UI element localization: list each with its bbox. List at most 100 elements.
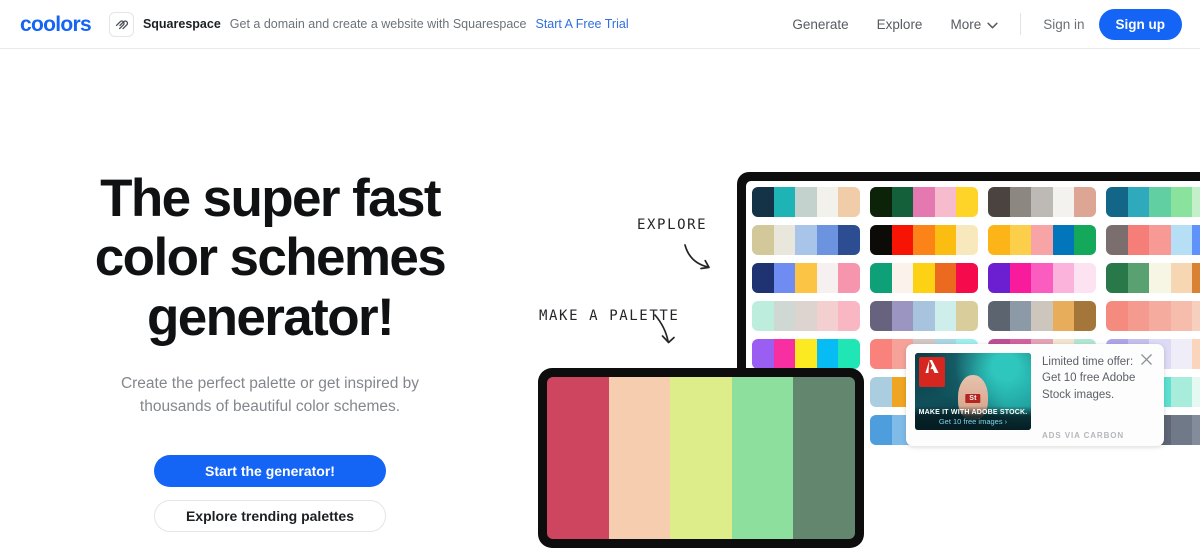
palette-swatch: [870, 187, 892, 217]
start-generator-button[interactable]: Start the generator!: [154, 454, 386, 487]
palette-swatch: [1149, 187, 1171, 217]
palette-card[interactable]: [752, 187, 860, 217]
annotation-make-a-palette-arrow-icon: [654, 314, 675, 344]
palette-swatch: [1009, 225, 1032, 255]
palette-card[interactable]: [870, 187, 978, 217]
palette-swatch: [795, 339, 817, 369]
palette-swatch: [838, 301, 860, 331]
palette-swatch: [988, 187, 1010, 217]
tablet-swatch-4[interactable]: [793, 377, 855, 539]
palette-card[interactable]: [988, 263, 1096, 293]
ad-creative-strapline: MAKE IT WITH ADOBE STOCK.: [918, 409, 1028, 416]
palette-swatch: [752, 263, 774, 293]
sponsor-cta-link[interactable]: Start A Free Trial: [536, 17, 629, 31]
palette-swatch: [838, 187, 860, 217]
palette-swatch: [1106, 225, 1128, 255]
nav-item-generate[interactable]: Generate: [778, 17, 862, 32]
palette-swatch: [913, 187, 935, 217]
palette-swatch: [1170, 415, 1193, 445]
palette-swatch: [1009, 187, 1032, 217]
ad-creative-image[interactable]: St MAKE IT WITH ADOBE STOCK. Get 10 free…: [915, 353, 1031, 430]
palette-swatch: [988, 301, 1010, 331]
nav-item-more-label: More: [950, 16, 982, 32]
palette-swatch: [1170, 339, 1193, 369]
ad-creative-link[interactable]: Get 10 free images ›: [915, 417, 1031, 426]
hero-section: The super fast color schemes generator! …: [0, 49, 540, 532]
ad-attribution: ADS VIA CARBON: [1042, 431, 1125, 440]
tablet-device: [538, 368, 864, 548]
palette-swatch: [1192, 339, 1200, 369]
palette-swatch: [988, 263, 1010, 293]
palette-card[interactable]: [1106, 187, 1200, 217]
nav-item-explore[interactable]: Explore: [863, 17, 937, 32]
palette-card[interactable]: [870, 225, 978, 255]
palette-swatch: [795, 301, 817, 331]
palette-swatch: [956, 301, 978, 331]
palette-swatch: [838, 339, 860, 369]
squarespace-icon: [108, 11, 134, 37]
sign-up-button[interactable]: Sign up: [1098, 8, 1182, 40]
annotation-explore-arrow-icon: [684, 244, 710, 270]
palette-swatch: [838, 263, 860, 293]
ad-creative-strapline-group: MAKE IT WITH ADOBE STOCK. Get 10 free im…: [915, 406, 1031, 430]
palette-swatch: [913, 225, 935, 255]
close-icon[interactable]: [1140, 353, 1156, 369]
nav-item-more[interactable]: More: [936, 17, 1012, 32]
palette-swatch: [1009, 301, 1032, 331]
palette-swatch: [816, 339, 839, 369]
palette-swatch: [891, 187, 914, 217]
palette-swatch: [934, 301, 957, 331]
palette-swatch: [773, 301, 796, 331]
palette-swatch: [988, 225, 1010, 255]
palette-swatch: [956, 225, 978, 255]
palette-swatch: [1170, 225, 1193, 255]
chevron-down-icon: [987, 17, 998, 32]
palette-swatch: [795, 225, 817, 255]
palette-card[interactable]: [752, 301, 860, 331]
tablet-swatch-1[interactable]: [608, 377, 671, 539]
palette-swatch: [1074, 187, 1096, 217]
nav-divider: [1020, 13, 1022, 35]
coolors-logo[interactable]: coolors: [20, 14, 92, 35]
sponsor-brand-name: Squarespace: [142, 17, 221, 31]
palette-card[interactable]: [752, 263, 860, 293]
palette-card[interactable]: [1106, 263, 1200, 293]
palette-swatch: [1074, 225, 1096, 255]
palette-swatch: [1031, 187, 1053, 217]
palette-swatch: [1127, 225, 1150, 255]
tablet-swatch-2[interactable]: [670, 377, 732, 539]
palette-swatch: [816, 187, 839, 217]
palette-swatch: [913, 263, 935, 293]
annotation-explore: EXPLORE: [637, 217, 708, 233]
palette-card[interactable]: [752, 225, 860, 255]
hero-subtitle: Create the perfect palette or get inspir…: [120, 375, 420, 416]
palette-card[interactable]: [870, 301, 978, 331]
palette-card[interactable]: [988, 187, 1096, 217]
palette-swatch: [1052, 263, 1075, 293]
palette-card[interactable]: [752, 339, 860, 369]
sponsor-promo-banner[interactable]: Squarespace Get a domain and create a we…: [108, 11, 629, 37]
palette-card[interactable]: [1106, 301, 1200, 331]
palette-card[interactable]: [988, 225, 1096, 255]
ad-headline[interactable]: Limited time offer: Get 10 free Adobe St…: [1042, 354, 1142, 403]
palette-row: [752, 187, 1200, 217]
carbon-ad[interactable]: St MAKE IT WITH ADOBE STOCK. Get 10 free…: [906, 344, 1164, 446]
palette-swatch: [1074, 301, 1096, 331]
explore-trending-palettes-button[interactable]: Explore trending palettes: [154, 499, 386, 532]
palette-card[interactable]: [1106, 225, 1200, 255]
palette-swatch: [1106, 263, 1128, 293]
palette-swatch: [795, 187, 817, 217]
palette-card[interactable]: [870, 263, 978, 293]
palette-swatch: [1106, 301, 1128, 331]
ad-stock-badge: St: [965, 394, 981, 403]
palette-swatch: [838, 225, 860, 255]
tablet-swatch-3[interactable]: [731, 377, 794, 539]
palette-swatch: [1170, 301, 1193, 331]
palette-swatch: [1106, 187, 1128, 217]
palette-swatch: [752, 225, 774, 255]
tablet-swatch-0[interactable]: [547, 377, 609, 539]
adobe-logo-icon: [919, 357, 945, 387]
palette-swatch: [1192, 225, 1200, 255]
sign-in-link[interactable]: Sign in: [1029, 17, 1098, 32]
palette-card[interactable]: [988, 301, 1096, 331]
